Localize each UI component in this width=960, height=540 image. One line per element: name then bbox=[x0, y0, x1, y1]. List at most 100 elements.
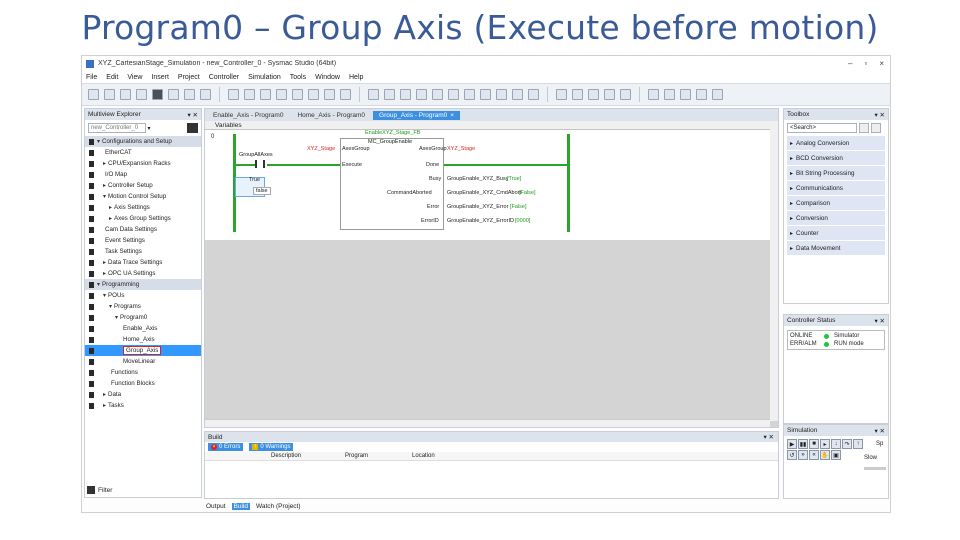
tree-item[interactable]: ▸ Data bbox=[85, 389, 201, 400]
tree-item[interactable]: I/O Map bbox=[85, 169, 201, 180]
toolbar-button-icon[interactable] bbox=[416, 89, 427, 100]
tree-expand-icon[interactable]: ▸ bbox=[109, 215, 112, 222]
ladder-rung[interactable]: 0 GroupAllAxes True false EnableXYZ_Stag… bbox=[205, 130, 778, 240]
toolbar-button-icon[interactable] bbox=[184, 89, 195, 100]
warnings-filter-button[interactable]: ! 0 Warnings bbox=[249, 443, 294, 451]
tree-expand-icon[interactable]: ▾ bbox=[103, 292, 106, 299]
toolbox-pin-icon[interactable]: ▾ ✕ bbox=[874, 111, 885, 119]
toolbox-category[interactable]: ▸ Analog Conversion bbox=[787, 136, 885, 150]
menu-item[interactable]: Simulation bbox=[248, 74, 281, 81]
run-icon[interactable]: ▶ bbox=[787, 439, 797, 449]
tree-expand-icon[interactable]: ▸ bbox=[103, 402, 106, 409]
variables-bar[interactable]: Variables bbox=[205, 121, 778, 130]
toolbox-category[interactable]: ▸ Data Movement bbox=[787, 241, 885, 255]
speed-slider[interactable] bbox=[864, 467, 886, 470]
tab-1[interactable]: Home_Axis - Program0 bbox=[291, 111, 371, 120]
tree-expand-icon[interactable]: ▾ bbox=[97, 138, 100, 145]
back-icon[interactable]: « bbox=[809, 450, 819, 460]
menu-item[interactable]: Controller bbox=[209, 74, 239, 81]
tree-item[interactable]: ▾ Programming bbox=[85, 279, 201, 290]
tree-item[interactable]: ▸ Axis Settings bbox=[85, 202, 201, 213]
toolbar-button-icon[interactable] bbox=[292, 89, 303, 100]
layout-icon[interactable] bbox=[186, 123, 198, 133]
toolbar-button-icon[interactable] bbox=[104, 89, 115, 100]
tree-expand-icon[interactable]: ▸ bbox=[103, 160, 106, 167]
toolbar-button-icon[interactable] bbox=[200, 89, 211, 100]
toolbox-search-input[interactable]: <Search> bbox=[787, 123, 857, 133]
tree-item[interactable]: ▸ CPU/Expansion Racks bbox=[85, 158, 201, 169]
tree-item[interactable]: Cam Data Settings bbox=[85, 224, 201, 235]
menu-item[interactable]: Help bbox=[349, 74, 363, 81]
tree-item[interactable]: Event Settings bbox=[85, 235, 201, 246]
toolbar-button-icon[interactable] bbox=[432, 89, 443, 100]
minimize-icon[interactable]: – bbox=[848, 59, 852, 68]
tab-2[interactable]: Group_Axis - Program0 × bbox=[373, 110, 461, 120]
toolbar-button-icon[interactable] bbox=[712, 89, 723, 100]
toolbar-button-icon[interactable] bbox=[480, 89, 491, 100]
step-in-icon[interactable]: ↓ bbox=[831, 439, 841, 449]
tree-item[interactable]: ▾ POUs bbox=[85, 290, 201, 301]
tree-item[interactable]: Enable_Axis bbox=[85, 323, 201, 334]
close-icon[interactable]: × bbox=[879, 59, 884, 68]
bottom-tab[interactable]: Watch (Project) bbox=[254, 503, 303, 510]
hand-icon[interactable]: ✋ bbox=[820, 450, 830, 460]
toolbox-option-button[interactable] bbox=[871, 123, 881, 133]
step-out-icon[interactable]: ↑ bbox=[853, 439, 863, 449]
toolbar-button-icon[interactable] bbox=[368, 89, 379, 100]
tree-item[interactable]: ▸ Data Trace Settings bbox=[85, 257, 201, 268]
toolbar-button-icon[interactable] bbox=[120, 89, 131, 100]
tree-item[interactable]: Group_Axis bbox=[85, 345, 201, 356]
pane-controls-icon[interactable]: ▾ ✕ bbox=[763, 433, 774, 441]
bookmark-icon[interactable]: ▣ bbox=[831, 450, 841, 460]
menu-item[interactable]: Edit bbox=[106, 74, 118, 81]
tree-item[interactable]: ▾ Motion Control Setup bbox=[85, 191, 201, 202]
tree-expand-icon[interactable]: ▾ bbox=[103, 193, 106, 200]
menu-item[interactable]: File bbox=[86, 74, 97, 81]
toolbar-button-icon[interactable] bbox=[88, 89, 99, 100]
tree-item[interactable]: Home_Axis bbox=[85, 334, 201, 345]
tree-expand-icon[interactable]: ▸ bbox=[103, 259, 106, 266]
col-location[interactable]: Location bbox=[412, 453, 435, 459]
editor-horizontal-scrollbar[interactable] bbox=[205, 419, 770, 427]
col-program[interactable]: Program bbox=[345, 453, 368, 459]
tree-item[interactable]: ▾ Configurations and Setup bbox=[85, 136, 201, 147]
tree-item[interactable]: ▸ Tasks bbox=[85, 400, 201, 411]
tree-item[interactable]: Functions bbox=[85, 367, 201, 378]
toolbox-category[interactable]: ▸ Bit String Processing bbox=[787, 166, 885, 180]
toolbar-button-icon[interactable] bbox=[556, 89, 567, 100]
contact-groupallaxes[interactable] bbox=[255, 160, 265, 168]
step-over-icon[interactable]: ↷ bbox=[842, 439, 852, 449]
toolbar-button-icon[interactable] bbox=[512, 89, 523, 100]
toolbox-category[interactable]: ▸ Conversion bbox=[787, 211, 885, 225]
toolbar-button-icon[interactable] bbox=[572, 89, 583, 100]
toolbar-button-icon[interactable] bbox=[244, 89, 255, 100]
tree-item[interactable]: EtherCAT bbox=[85, 147, 201, 158]
toolbar-button-icon[interactable] bbox=[228, 89, 239, 100]
step-icon[interactable]: ▸ bbox=[820, 439, 830, 449]
menu-item[interactable]: Project bbox=[178, 74, 200, 81]
toolbar-button-icon[interactable] bbox=[384, 89, 395, 100]
tab-close-icon[interactable]: × bbox=[450, 112, 454, 119]
tree-expand-icon[interactable]: ▾ bbox=[115, 314, 118, 321]
toolbar-button-icon[interactable] bbox=[260, 89, 271, 100]
tree-expand-icon[interactable]: ▸ bbox=[103, 182, 106, 189]
pin-icon[interactable]: ▾ ✕ bbox=[187, 111, 198, 119]
cs-pin-icon[interactable]: ▾ ✕ bbox=[874, 317, 885, 325]
tree-item[interactable]: ▸ Controller Setup bbox=[85, 180, 201, 191]
col-description[interactable]: Description bbox=[271, 453, 301, 459]
toolbar-button-icon[interactable] bbox=[588, 89, 599, 100]
toolbar-button-icon[interactable] bbox=[604, 89, 615, 100]
bottom-tab[interactable]: Output bbox=[204, 503, 228, 510]
errors-filter-button[interactable]: × 0 Errors bbox=[208, 443, 244, 451]
toolbox-category[interactable]: ▸ Counter bbox=[787, 226, 885, 240]
toolbox-category[interactable]: ▸ BCD Conversion bbox=[787, 151, 885, 165]
filter-bar[interactable]: Filter bbox=[87, 485, 199, 495]
tree-item[interactable]: ▸ Axes Group Settings bbox=[85, 213, 201, 224]
toolbar-button-icon[interactable] bbox=[496, 89, 507, 100]
toolbar-button-icon[interactable] bbox=[152, 89, 163, 100]
pause-icon[interactable]: ▮▮ bbox=[798, 439, 808, 449]
toolbar-button-icon[interactable] bbox=[324, 89, 335, 100]
bottom-tab[interactable]: Build bbox=[231, 502, 250, 510]
toolbox-category[interactable]: ▸ Comparison bbox=[787, 196, 885, 210]
toolbar-button-icon[interactable] bbox=[696, 89, 707, 100]
